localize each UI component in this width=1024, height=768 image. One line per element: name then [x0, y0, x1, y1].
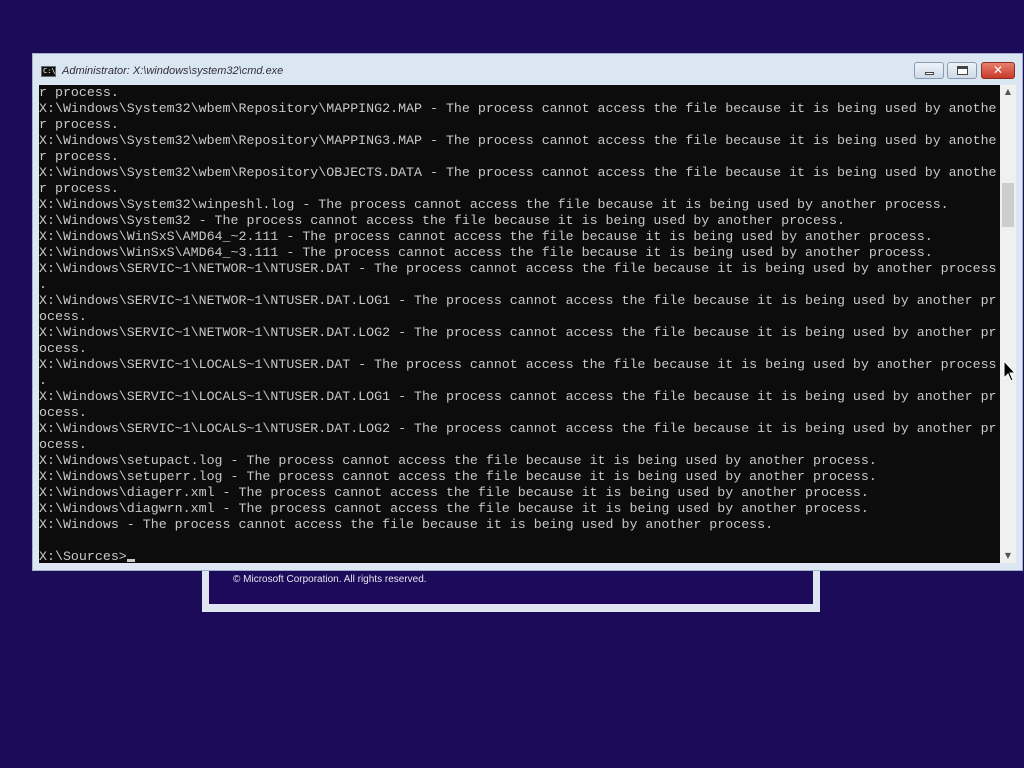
copyright-text: © Microsoft Corporation. All rights rese…: [233, 574, 427, 585]
console-line: X:\Windows\SERVIC~1\LOCALS~1\NTUSER.DAT …: [39, 357, 997, 372]
vertical-scrollbar[interactable]: ▲ ▼: [1000, 85, 1016, 563]
close-button[interactable]: ✕: [981, 62, 1015, 79]
mouse-pointer-icon: [1003, 360, 1017, 382]
scroll-down-arrow-icon[interactable]: ▼: [1000, 549, 1016, 563]
prompt-text: X:\Sources>: [39, 549, 127, 563]
console-line: X:\Windows\SERVIC~1\NETWOR~1\NTUSER.DAT.…: [39, 293, 997, 308]
console-line: .: [39, 373, 47, 388]
console-lines: r process. X:\Windows\System32\wbem\Repos…: [39, 85, 997, 563]
console-line: X:\Windows\SERVIC~1\LOCALS~1\NTUSER.DAT.…: [39, 389, 997, 404]
maximize-button[interactable]: [947, 62, 977, 79]
close-icon: ✕: [992, 63, 1004, 77]
console-line: r process.: [39, 117, 119, 132]
console-line: X:\Windows\System32\wbem\Repository\OBJE…: [39, 165, 997, 180]
console-output-area[interactable]: r process. X:\Windows\System32\wbem\Repos…: [39, 85, 1000, 563]
console-line: ocess.: [39, 341, 87, 356]
console-line: ocess.: [39, 309, 87, 324]
console-line: ocess.: [39, 405, 87, 420]
console-line: r process.: [39, 85, 119, 100]
desktop-background: © Microsoft Corporation. All rights rese…: [0, 0, 1024, 768]
window-title: Administrator: X:\windows\system32\cmd.e…: [62, 65, 284, 77]
console-line: r process.: [39, 149, 119, 164]
title-bar[interactable]: C:\ Administrator: X:\windows\system32\c…: [33, 54, 1022, 84]
console-line: .: [39, 277, 47, 292]
maximize-icon: [957, 66, 968, 75]
console-line: r process.: [39, 181, 119, 196]
console-line: X:\Windows\SERVIC~1\LOCALS~1\NTUSER.DAT.…: [39, 421, 997, 436]
cmd-icon: C:\: [41, 66, 56, 77]
console-line: X:\Windows\WinSxS\AMD64_~3.111 - The pro…: [39, 245, 933, 260]
minimize-icon: [925, 72, 934, 75]
console-line: ocess.: [39, 437, 87, 452]
console-line: X:\Windows\System32 - The process cannot…: [39, 213, 845, 228]
console-line: X:\Windows\SERVIC~1\NETWOR~1\NTUSER.DAT …: [39, 261, 997, 276]
console-line: X:\Windows\diagerr.xml - The process can…: [39, 485, 869, 500]
scroll-up-arrow-icon[interactable]: ▲: [1000, 85, 1016, 99]
command-prompt-line[interactable]: X:\Sources>: [39, 549, 997, 563]
console-line: X:\Windows\System32\winpeshl.log - The p…: [39, 197, 949, 212]
console-line: X:\Windows\WinSxS\AMD64_~2.111 - The pro…: [39, 229, 933, 244]
console-line: X:\Windows\System32\wbem\Repository\MAPP…: [39, 133, 997, 148]
console-line: X:\Windows\SERVIC~1\NETWOR~1\NTUSER.DAT.…: [39, 325, 997, 340]
console-line: X:\Windows\diagwrn.xml - The process can…: [39, 501, 869, 516]
console-line: X:\Windows\System32\wbem\Repository\MAPP…: [39, 101, 997, 116]
console-line: X:\Windows\setupact.log - The process ca…: [39, 453, 877, 468]
console-line: X:\Windows - The process cannot access t…: [39, 517, 774, 532]
text-cursor: [126, 559, 135, 562]
scrollbar-thumb[interactable]: [1002, 183, 1014, 227]
command-prompt-window[interactable]: C:\ Administrator: X:\windows\system32\c…: [32, 53, 1023, 571]
minimize-button[interactable]: [914, 62, 944, 79]
console-line: X:\Windows\setuperr.log - The process ca…: [39, 469, 877, 484]
